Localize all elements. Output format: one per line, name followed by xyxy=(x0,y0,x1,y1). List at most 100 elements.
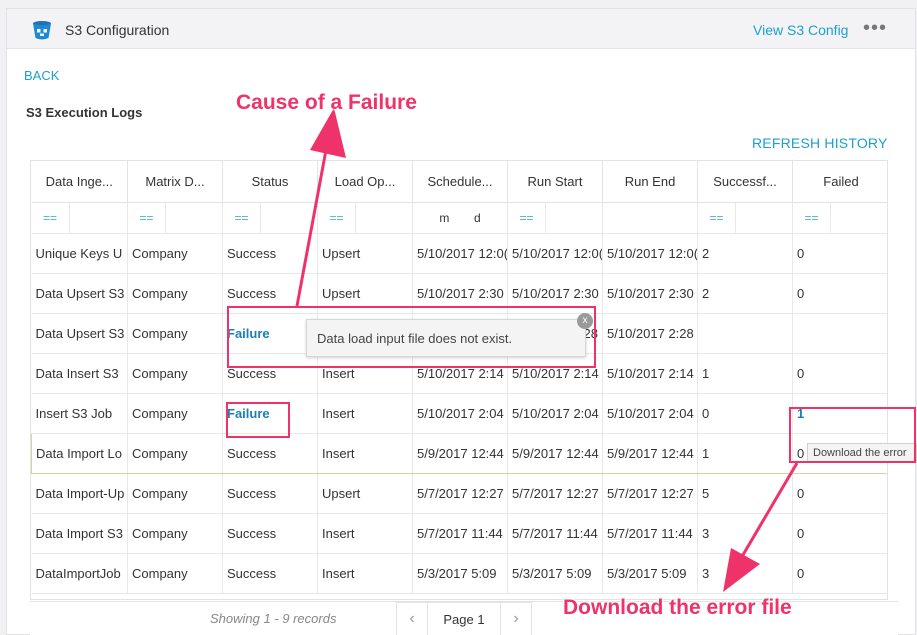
date-filter-cell[interactable]: md xyxy=(412,202,508,234)
table-cell: 0 xyxy=(792,553,887,594)
table-row[interactable]: Data Import Lo Company Success Insert 5/… xyxy=(31,432,887,474)
column-header[interactable]: Run End xyxy=(602,161,698,203)
annotation-cause-label: Cause of a Failure xyxy=(236,91,417,114)
table-cell: Data Insert S3 xyxy=(31,353,128,394)
table-cell: 2 xyxy=(697,273,793,314)
table-cell: 0 xyxy=(792,233,887,274)
table-cell: Success xyxy=(222,233,318,274)
table-cell: 5/10/2017 2:30 xyxy=(602,273,698,314)
table-cell: Data Import Lo xyxy=(31,432,128,474)
equals-filter-icon[interactable]: == xyxy=(508,202,546,232)
table-cell: 5/3/2017 5:09 xyxy=(412,553,508,594)
table-cell: Company xyxy=(127,473,223,514)
column-header[interactable]: Status xyxy=(222,161,318,203)
refresh-history-button[interactable]: REFRESH HISTORY xyxy=(752,135,888,151)
table-cell: 3 xyxy=(697,553,793,594)
table-cell: 5/9/2017 12:44 xyxy=(507,432,603,474)
annotation-box-failed-count xyxy=(789,407,916,463)
table-cell: Success xyxy=(222,473,318,514)
table-cell: Data Import-Up xyxy=(31,473,128,514)
table-row[interactable]: DataImportJob Company Success Insert 5/3… xyxy=(31,553,887,594)
day-filter[interactable]: d xyxy=(474,203,481,233)
filter-cell: == xyxy=(31,202,128,234)
table-cell: 5/9/2017 12:44 xyxy=(602,432,698,474)
annotation-box-failure xyxy=(226,402,290,438)
table-cell: 5/7/2017 12:27 xyxy=(412,473,508,514)
chevron-right-icon[interactable]: › xyxy=(500,602,532,635)
view-s3-config-link[interactable]: View S3 Config xyxy=(753,22,848,38)
column-header[interactable]: Matrix D... xyxy=(127,161,223,203)
table-cell: 5/7/2017 12:27 xyxy=(507,473,603,514)
table-cell xyxy=(697,313,793,354)
table-cell: 5 xyxy=(697,473,793,514)
table-cell: 5/10/2017 2:14 xyxy=(602,353,698,394)
table-cell: Success xyxy=(222,513,318,554)
table-cell: Upsert xyxy=(317,233,413,274)
table-cell: 5/10/2017 2:28 xyxy=(602,313,698,354)
column-header[interactable]: Data Inge... xyxy=(31,161,128,203)
table-cell: Company xyxy=(127,233,223,274)
table-cell: Data Upsert S3 xyxy=(31,273,128,314)
table-cell: Company xyxy=(127,513,223,554)
column-header[interactable]: Run Start xyxy=(507,161,603,203)
filter-cell xyxy=(602,202,698,234)
filter-cell: == xyxy=(127,202,223,234)
table-cell xyxy=(792,313,887,354)
table-cell: 5/7/2017 12:27 xyxy=(602,473,698,514)
column-header[interactable]: Failed xyxy=(792,161,887,203)
column-header[interactable]: Load Op... xyxy=(317,161,413,203)
filter-cell: == xyxy=(317,202,413,234)
equals-filter-icon[interactable]: == xyxy=(318,202,356,232)
table-cell: 0 xyxy=(792,353,887,394)
section-title: S3 Execution Logs xyxy=(26,105,143,120)
filter-cell: == xyxy=(222,202,318,234)
table-cell: 0 xyxy=(697,393,793,434)
month-filter[interactable]: m xyxy=(439,203,449,233)
page-title: S3 Configuration xyxy=(65,22,170,38)
more-dots-icon[interactable]: ••• xyxy=(863,18,887,38)
table-row[interactable]: Unique Keys U Company Success Upsert 5/1… xyxy=(31,233,887,274)
chevron-left-icon[interactable]: ‹ xyxy=(396,602,428,635)
table-cell: 5/3/2017 5:09 xyxy=(507,553,603,594)
filter-cell: == xyxy=(507,202,603,234)
header-row: Data Inge... Matrix D... Status Load Op.… xyxy=(31,161,887,203)
equals-filter-icon[interactable]: == xyxy=(128,202,166,232)
equals-filter-icon[interactable]: == xyxy=(793,202,831,232)
table-cell: Insert xyxy=(317,513,413,554)
table-cell: Insert xyxy=(317,553,413,594)
table-cell: Company xyxy=(127,313,223,354)
table-cell: 5/7/2017 11:44 xyxy=(507,513,603,554)
table-cell: 0 xyxy=(792,473,887,514)
equals-filter-icon[interactable]: == xyxy=(223,202,261,232)
execution-logs-grid: Data Inge... Matrix D... Status Load Op.… xyxy=(30,160,888,600)
table-cell: 1 xyxy=(697,432,793,474)
current-page: Page 1 xyxy=(427,602,501,635)
table-cell: Company xyxy=(127,553,223,594)
table-row[interactable]: Data Import S3 Company Success Insert 5/… xyxy=(31,513,887,554)
column-header[interactable]: Schedule... xyxy=(412,161,508,203)
table-cell: Data Import S3 xyxy=(31,513,128,554)
table-cell: 5/10/2017 2:04 xyxy=(507,393,603,434)
table-cell: 3 xyxy=(697,513,793,554)
table-cell: 5/10/2017 2:04 xyxy=(412,393,508,434)
back-link[interactable]: BACK xyxy=(24,68,59,83)
annotation-box-tooltip xyxy=(227,306,596,368)
table-cell: 5/10/2017 12:0( xyxy=(602,233,698,274)
table-cell: Data Upsert S3 xyxy=(31,313,128,354)
records-count: Showing 1 - 9 records xyxy=(210,611,337,626)
table-row[interactable]: Data Import-Up Company Success Upsert 5/… xyxy=(31,473,887,514)
table-cell: 5/7/2017 11:44 xyxy=(412,513,508,554)
table-cell: Unique Keys U xyxy=(31,233,128,274)
table-cell: Company xyxy=(127,353,223,394)
table-cell: Insert xyxy=(317,393,413,434)
table-cell: 5/7/2017 11:44 xyxy=(602,513,698,554)
table-cell: Company xyxy=(127,273,223,314)
table-cell: 5/10/2017 12:0( xyxy=(412,233,508,274)
table-cell: Success xyxy=(222,432,318,474)
table-cell: Insert xyxy=(317,432,413,474)
table-cell: DataImportJob xyxy=(31,553,128,594)
equals-filter-icon[interactable]: == xyxy=(698,202,736,232)
table-row[interactable]: Insert S3 Job Company Failure Insert 5/1… xyxy=(31,393,887,434)
equals-filter-icon[interactable]: == xyxy=(32,202,70,232)
column-header[interactable]: Successf... xyxy=(697,161,793,203)
